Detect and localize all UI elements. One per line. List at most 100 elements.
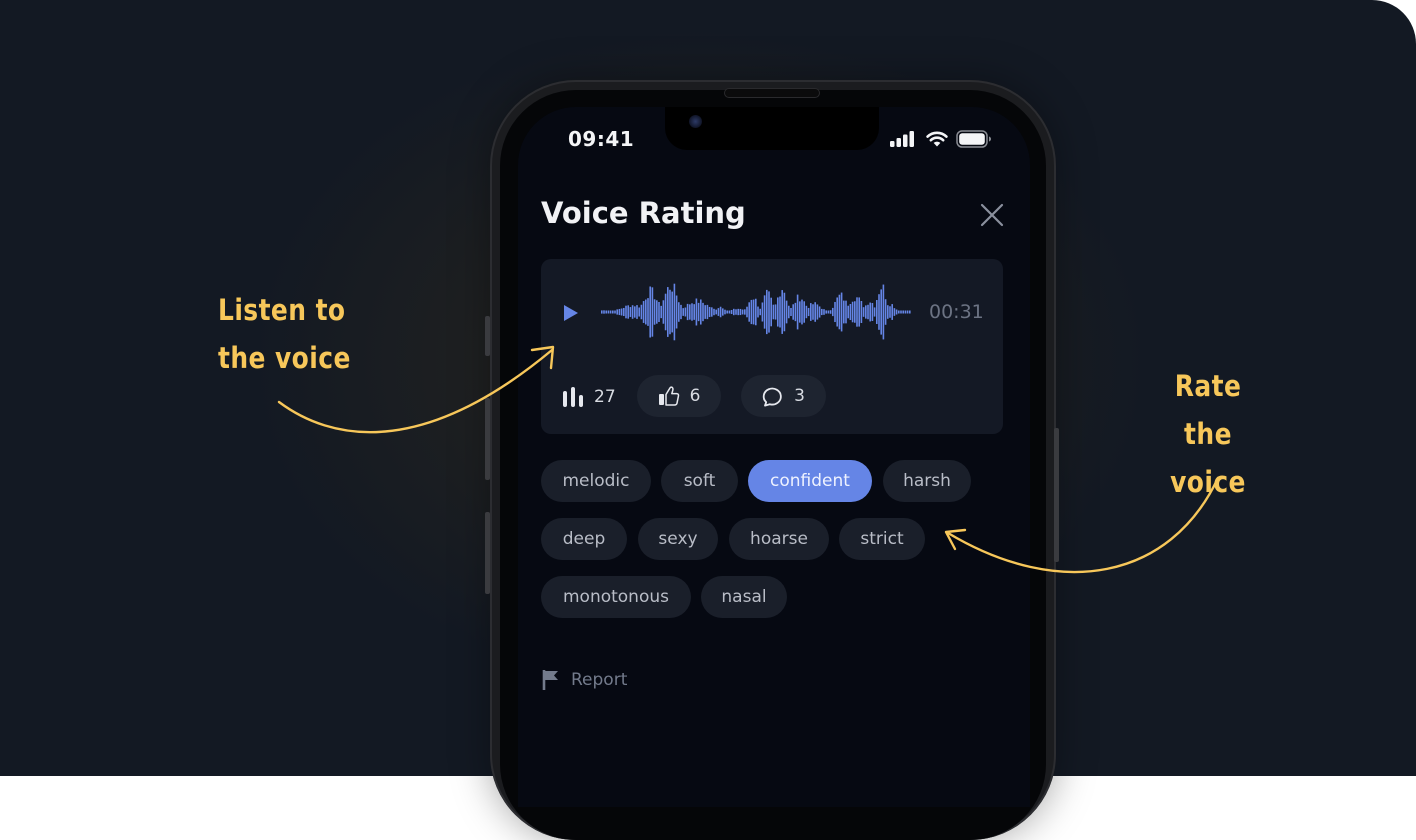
waveform-bar <box>625 305 627 319</box>
waveform-bar <box>653 299 656 325</box>
close-icon[interactable] <box>978 201 1006 229</box>
waveform-bar <box>647 298 649 326</box>
waveform-bar <box>744 309 746 315</box>
waveform-bar <box>770 297 772 327</box>
waveform-bar <box>631 305 634 319</box>
waveform-bar <box>669 289 671 335</box>
waveform-bar <box>814 302 816 322</box>
waveform-bar <box>636 305 638 319</box>
report-button[interactable]: Report <box>541 669 627 691</box>
waveform-bar <box>766 289 768 335</box>
tag-deep[interactable]: deep <box>541 518 627 560</box>
waveform-bar <box>812 304 814 320</box>
tag-monotonous[interactable]: monotonous <box>541 576 691 618</box>
waveform-bar <box>671 291 673 333</box>
waveform-bar <box>722 308 724 316</box>
waveform-bar <box>616 309 618 315</box>
tag-label: nasal <box>721 587 767 607</box>
front-camera <box>689 115 702 128</box>
waveform-bar <box>805 305 808 319</box>
waveform-bar <box>796 294 799 330</box>
report-label: Report <box>571 670 628 690</box>
waveform-bar <box>713 308 715 316</box>
flag-icon <box>542 670 558 690</box>
annotation-listen-line1: Listen to <box>218 293 346 327</box>
tag-label: sexy <box>658 529 698 549</box>
waveform-bar <box>629 307 632 317</box>
waveform-bar <box>898 310 900 314</box>
waveform-bar <box>807 307 810 317</box>
phone-power-button <box>1054 428 1059 562</box>
waveform-bar <box>656 300 658 324</box>
tag-strict[interactable]: strict <box>839 518 925 560</box>
play-icon[interactable] <box>563 304 579 322</box>
waveform-bar <box>662 300 665 324</box>
waveform-bar <box>827 310 830 314</box>
waveform-bar <box>719 306 722 318</box>
waveform-bar <box>757 306 759 318</box>
audio-waveform[interactable] <box>597 276 913 348</box>
waveform-bar <box>895 309 898 315</box>
tag-label: soft <box>683 471 716 491</box>
tag-nasal[interactable]: nasal <box>701 576 787 618</box>
waveform-bar <box>761 302 764 322</box>
waveform-bar <box>880 289 882 335</box>
tag-label: deep <box>562 529 606 549</box>
waveform-bar <box>867 304 869 320</box>
waveform-bar <box>697 302 700 322</box>
plays-count-value: 27 <box>594 387 616 407</box>
annotation-rate-line2: the voice <box>1170 417 1246 499</box>
thumbs-up-icon <box>658 386 679 406</box>
tag-confident[interactable]: confident <box>748 460 872 502</box>
waveform-bar <box>840 292 843 332</box>
tag-melodic[interactable]: melodic <box>541 460 651 502</box>
waveform-bar <box>906 310 909 314</box>
waveform-bar <box>792 304 794 320</box>
waveform-bar <box>865 305 867 319</box>
waveform-bar <box>774 304 777 320</box>
waveform-bar <box>605 310 607 314</box>
comments-count: 3 <box>794 386 805 406</box>
waveform-bar <box>893 308 896 316</box>
waveform-bar <box>856 297 858 327</box>
waveform-bar <box>858 297 860 327</box>
tag-sexy[interactable]: sexy <box>638 518 718 560</box>
waveform-bar <box>779 296 781 328</box>
waveform-bar <box>695 298 698 326</box>
tag-harsh[interactable]: harsh <box>883 460 971 502</box>
audio-duration: 00:31 <box>929 301 984 323</box>
waveform-bar <box>781 290 783 334</box>
waveform-bar <box>741 309 744 315</box>
waveform-bar <box>614 310 616 314</box>
phone-volume-down-button <box>485 512 490 594</box>
waveform-bar <box>752 299 755 325</box>
status-icons <box>890 130 992 148</box>
waveform-bar <box>686 303 689 321</box>
waveform-bar <box>851 301 854 323</box>
waveform-bar <box>702 302 704 322</box>
waveform-bar <box>783 292 786 332</box>
like-button[interactable]: 6 <box>637 375 721 417</box>
tag-hoarse[interactable]: hoarse <box>729 518 829 560</box>
waveform-bar <box>664 293 667 331</box>
annotation-listen-line2: the voice <box>218 341 351 375</box>
waveform-bar <box>724 309 726 315</box>
dynamic-island <box>665 107 879 150</box>
comment-button[interactable]: 3 <box>741 375 826 417</box>
waveform-bar <box>726 310 728 314</box>
waveform-bar <box>693 304 695 320</box>
waveform-bar <box>904 310 907 314</box>
tag-soft[interactable]: soft <box>661 460 738 502</box>
tag-label: hoarse <box>750 529 808 549</box>
waveform-bar <box>620 308 623 316</box>
waveform-bar <box>777 297 779 327</box>
status-time: 09:41 <box>568 127 635 151</box>
waveform-bar <box>768 291 770 333</box>
waveform-bar <box>854 301 856 323</box>
waveform-bar <box>673 283 676 341</box>
waveform-bar <box>847 305 849 319</box>
waveform-bar <box>882 284 885 340</box>
battery-icon <box>956 130 991 148</box>
cellular-signal-icon <box>890 131 914 147</box>
waveform-bar <box>737 308 739 316</box>
